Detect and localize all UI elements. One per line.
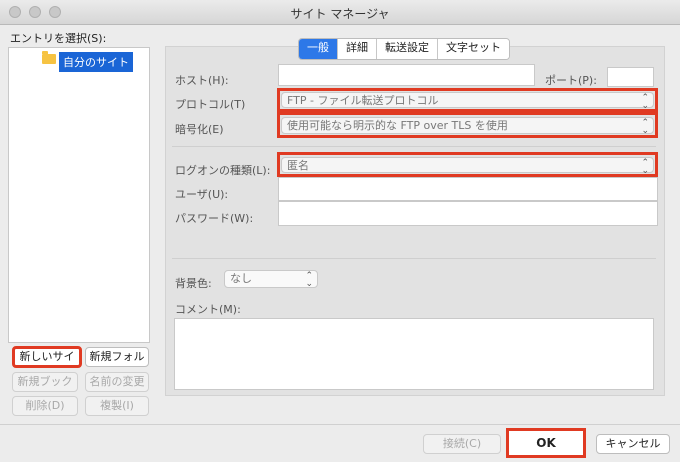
ok-button[interactable]: OK — [509, 431, 583, 455]
protocol-highlight: FTP - ファイル転送プロトコル ⌃ ⌄ — [277, 88, 658, 112]
encryption-value: 使用可能なら明示的な FTP over TLS を使用 — [287, 119, 508, 132]
entry-select-label: エントリを選択(S): — [10, 32, 107, 45]
tab-transfer-settings[interactable]: 転送設定 — [376, 39, 437, 59]
tab-charset[interactable]: 文字セット — [437, 39, 509, 59]
settings-tabs: 一般 詳細 転送設定 文字セット — [298, 38, 510, 60]
section-divider — [172, 146, 656, 147]
bg-color-value: なし — [230, 272, 252, 285]
site-tree[interactable]: 自分のサイト — [8, 47, 150, 343]
comment-label: コメント(M): — [175, 303, 241, 316]
footer-divider — [0, 424, 680, 425]
rename-button[interactable]: 名前の変更 — [85, 372, 149, 392]
new-bookmark-button[interactable]: 新規ブック — [12, 372, 78, 392]
encryption-highlight: 使用可能なら明示的な FTP over TLS を使用 ⌃ ⌄ — [277, 112, 658, 138]
new-site-button[interactable]: 新しいサイ — [12, 346, 82, 368]
chevron-up-down-icon: ⌃ ⌄ — [641, 158, 649, 176]
logon-type-value: 匿名 — [287, 159, 309, 172]
protocol-select[interactable]: FTP - ファイル転送プロトコル ⌃ ⌄ — [281, 92, 654, 111]
chevron-up-down-icon: ⌃ ⌄ — [641, 93, 649, 111]
tab-advanced[interactable]: 詳細 — [337, 39, 376, 59]
user-label: ユーザ(U): — [175, 188, 229, 201]
encryption-label: 暗号化(E) — [175, 123, 224, 136]
logon-highlight: 匿名 ⌃ ⌄ — [277, 152, 658, 177]
folder-icon — [42, 51, 56, 64]
connect-button[interactable]: 接続(C) — [423, 434, 501, 454]
host-label: ホスト(H): — [175, 74, 229, 87]
chevron-up-down-icon: ⌃ ⌄ — [305, 271, 313, 289]
protocol-value: FTP - ファイル転送プロトコル — [287, 94, 439, 107]
bg-color-label: 背景色: — [175, 277, 212, 290]
tree-item-my-sites[interactable]: 自分のサイト — [59, 52, 133, 72]
tab-general[interactable]: 一般 — [299, 39, 337, 59]
host-input[interactable] — [278, 64, 535, 86]
section-divider — [172, 258, 656, 259]
ok-highlight: OK — [506, 428, 586, 458]
delete-button[interactable]: 削除(D) — [12, 396, 78, 416]
logon-type-select[interactable]: 匿名 ⌃ ⌄ — [281, 157, 654, 176]
password-input[interactable] — [278, 201, 658, 226]
port-input[interactable] — [607, 67, 654, 87]
user-input[interactable] — [278, 177, 658, 201]
password-label: パスワード(W): — [175, 212, 254, 225]
duplicate-button[interactable]: 複製(I) — [85, 396, 149, 416]
comment-textarea[interactable] — [174, 318, 654, 390]
logon-type-label: ログオンの種類(L): — [175, 164, 271, 177]
chevron-up-down-icon: ⌃ ⌄ — [641, 118, 649, 136]
port-label: ポート(P): — [545, 74, 597, 87]
bg-color-select[interactable]: なし ⌃ ⌄ — [224, 270, 318, 289]
title-bar: サイト マネージャ — [0, 0, 680, 25]
cancel-button[interactable]: キャンセル — [596, 434, 670, 454]
protocol-label: プロトコル(T) — [175, 98, 246, 111]
new-folder-button[interactable]: 新規フォル — [85, 347, 149, 367]
window-title: サイト マネージャ — [290, 7, 390, 21]
encryption-select[interactable]: 使用可能なら明示的な FTP over TLS を使用 ⌃ ⌄ — [281, 117, 654, 136]
